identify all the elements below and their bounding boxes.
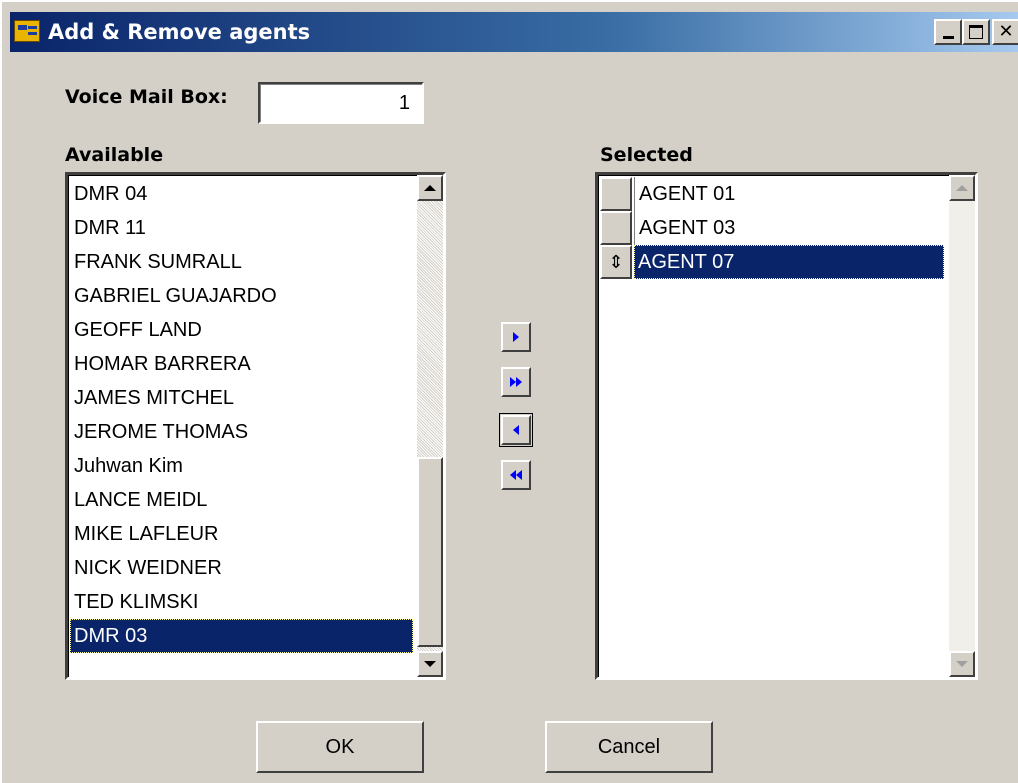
selected-list-item[interactable]: AGENT 03 <box>634 211 944 245</box>
scroll-down-button[interactable] <box>949 651 975 677</box>
selected-scrollbar[interactable] <box>949 175 975 677</box>
available-list-item[interactable]: NICK WEIDNER <box>70 551 413 585</box>
window-title: Add & Remove agents <box>48 20 311 44</box>
scroll-up-button[interactable] <box>417 175 443 201</box>
voicemail-input[interactable]: 1 <box>258 82 424 124</box>
available-list-item[interactable]: HOMAR BARRERA <box>70 347 413 381</box>
available-scrollbar[interactable] <box>417 175 443 677</box>
minimize-button[interactable] <box>934 19 962 45</box>
down-arrow-icon <box>956 661 968 667</box>
right-arrow-icon <box>513 332 519 342</box>
available-list-item[interactable]: FRANK SUMRALL <box>70 245 413 279</box>
available-list-item[interactable]: MIKE LAFLEUR <box>70 517 413 551</box>
selected-list[interactable]: AGENT 01 AGENT 03 ⇕ AGENT 07 <box>595 172 978 680</box>
double-right-arrow-icon <box>516 377 522 387</box>
available-list-item[interactable]: GABRIEL GUAJARDO <box>70 279 413 313</box>
close-button[interactable]: ✕ <box>992 19 1018 45</box>
selected-list-item[interactable]: AGENT 01 <box>634 177 944 211</box>
scroll-up-button[interactable] <box>949 175 975 201</box>
title-bar[interactable]: Add & Remove agents ✕ <box>10 12 1018 52</box>
ok-button[interactable]: OK <box>256 721 424 773</box>
close-icon: ✕ <box>998 21 1014 42</box>
row-header[interactable] <box>600 211 632 245</box>
dialog-window: Add & Remove agents ✕ Voice Mail Box: 1 … <box>0 0 1018 783</box>
row-header[interactable] <box>600 177 632 211</box>
maximize-icon <box>969 25 983 39</box>
voicemail-label: Voice Mail Box: <box>65 86 228 108</box>
available-list-item[interactable]: DMR 11 <box>70 211 413 245</box>
available-list-item[interactable]: JEROME THOMAS <box>70 415 413 449</box>
maximize-button[interactable] <box>962 19 990 45</box>
available-list-item[interactable]: DMR 04 <box>70 177 413 211</box>
available-list-item[interactable]: LANCE MEIDL <box>70 483 413 517</box>
remove-all-button[interactable] <box>501 460 531 490</box>
available-list-item[interactable]: TED KLIMSKI <box>70 585 413 619</box>
double-left-arrow-icon <box>516 470 522 480</box>
remove-one-button[interactable] <box>499 413 533 447</box>
available-list-item[interactable]: DMR 03 <box>70 619 413 653</box>
add-one-button[interactable] <box>501 322 531 352</box>
scroll-down-button[interactable] <box>417 651 443 677</box>
selected-label: Selected <box>600 144 693 166</box>
available-list-item[interactable]: Juhwan Kim <box>70 449 413 483</box>
available-list-item[interactable]: GEOFF LAND <box>70 313 413 347</box>
minimize-icon <box>942 35 954 39</box>
app-icon <box>14 20 40 42</box>
selected-list-item[interactable]: AGENT 07 <box>634 245 944 279</box>
scroll-thumb[interactable] <box>417 457 443 647</box>
cancel-button[interactable]: Cancel <box>545 721 713 773</box>
down-arrow-icon <box>424 661 436 667</box>
row-header[interactable]: ⇕ <box>600 245 632 279</box>
available-label: Available <box>65 144 164 166</box>
up-arrow-icon <box>424 185 436 191</box>
available-list-item[interactable]: JAMES MITCHEL <box>70 381 413 415</box>
up-arrow-icon <box>956 185 968 191</box>
left-arrow-icon <box>513 425 519 435</box>
add-all-button[interactable] <box>501 367 531 397</box>
available-list[interactable]: DMR 04 DMR 11 FRANK SUMRALL GABRIEL GUAJARD… <box>65 172 446 680</box>
